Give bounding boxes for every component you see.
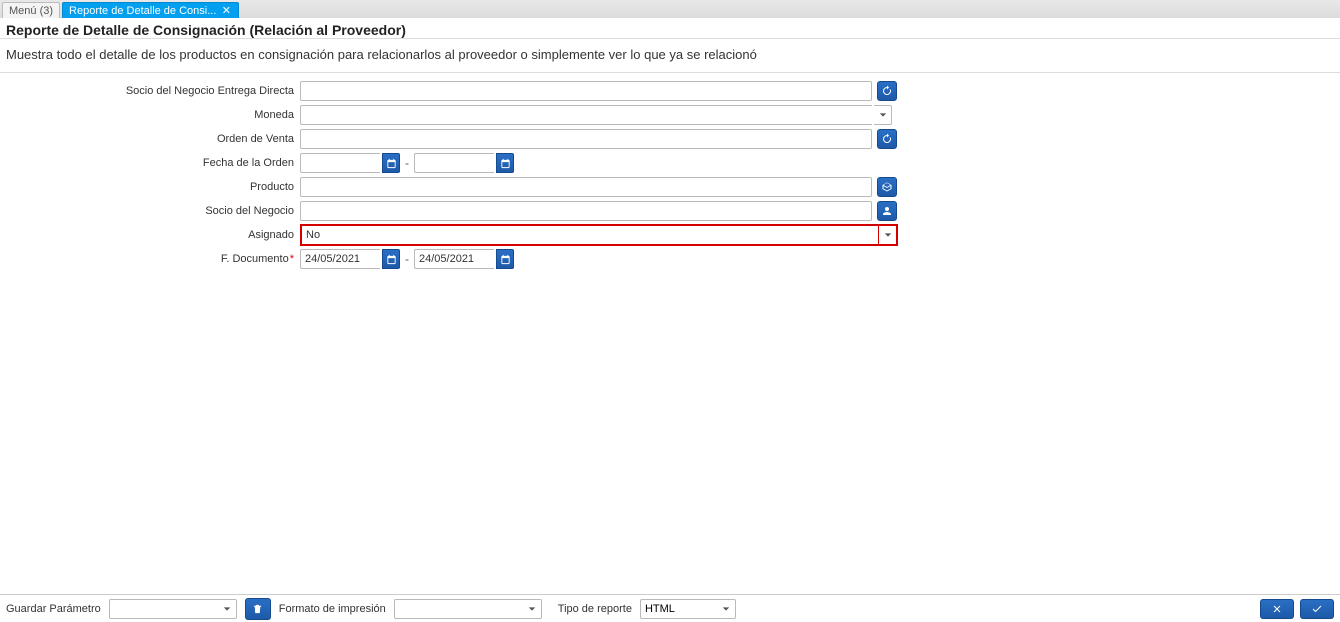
trash-icon[interactable] <box>245 598 271 620</box>
tipo-reporte-select[interactable] <box>640 599 736 619</box>
row-socio-entrega: Socio del Negocio Entrega Directa <box>0 79 1340 103</box>
tab-active-label: Reporte de Detalle de Consi... <box>69 5 216 17</box>
producto-label: Producto <box>0 181 300 193</box>
calendar-icon[interactable] <box>382 153 400 173</box>
fecha-orden-from-input[interactable] <box>300 153 380 173</box>
row-fecha-orden: Fecha de la Orden - <box>0 151 1340 175</box>
tipo-reporte-label: Tipo de reporte <box>558 603 632 615</box>
date-range-dash: - <box>402 156 412 170</box>
chevron-down-icon[interactable] <box>219 599 237 619</box>
f-documento-from-input[interactable] <box>300 249 380 269</box>
socio-entrega-input[interactable] <box>300 81 872 101</box>
product-lookup-icon[interactable] <box>877 177 897 197</box>
row-f-documento: F. Documento - <box>0 247 1340 271</box>
f-documento-label: F. Documento <box>0 253 300 265</box>
bottom-toolbar: Guardar Parámetro Formato de impresión T… <box>0 594 1340 622</box>
f-documento-to-input[interactable] <box>414 249 494 269</box>
page-header: Reporte de Detalle de Consignación (Rela… <box>0 18 1340 38</box>
formato-select[interactable] <box>394 599 542 619</box>
page-title: Reporte de Detalle de Consignación (Rela… <box>6 22 1334 38</box>
user-lookup-icon[interactable] <box>877 201 897 221</box>
tab-menu-label: Menú (3) <box>9 5 53 17</box>
guardar-param-input[interactable] <box>109 599 219 619</box>
chevron-down-icon[interactable] <box>718 599 736 619</box>
calendar-icon[interactable] <box>382 249 400 269</box>
page-description: Muestra todo el detalle de los productos… <box>0 39 1340 72</box>
report-form: Socio del Negocio Entrega Directa Moneda… <box>0 73 1340 271</box>
row-asignado: Asignado <box>0 223 1340 247</box>
chevron-down-icon[interactable] <box>524 599 542 619</box>
socio-negocio-label: Socio del Negocio <box>0 205 300 217</box>
producto-input[interactable] <box>300 177 872 197</box>
orden-venta-label: Orden de Venta <box>0 133 300 145</box>
calendar-icon[interactable] <box>496 153 514 173</box>
orden-venta-input[interactable] <box>300 129 872 149</box>
tab-reporte-detalle-consignacion[interactable]: Reporte de Detalle de Consi... ✕ <box>62 2 239 18</box>
socio-negocio-input[interactable] <box>300 201 872 221</box>
refresh-icon[interactable] <box>877 81 897 101</box>
calendar-icon[interactable] <box>496 249 514 269</box>
close-icon[interactable]: ✕ <box>220 5 232 17</box>
bottom-actions <box>1260 599 1334 619</box>
tab-menu[interactable]: Menú (3) <box>2 2 60 18</box>
socio-entrega-label: Socio del Negocio Entrega Directa <box>0 85 300 97</box>
cancel-button[interactable] <box>1260 599 1294 619</box>
row-socio-negocio: Socio del Negocio <box>0 199 1340 223</box>
formato-input[interactable] <box>394 599 524 619</box>
moneda-label: Moneda <box>0 109 300 121</box>
chevron-down-icon[interactable] <box>878 226 896 244</box>
row-orden-venta: Orden de Venta <box>0 127 1340 151</box>
asignado-label: Asignado <box>0 229 300 241</box>
formato-label: Formato de impresión <box>279 603 386 615</box>
fecha-orden-to-input[interactable] <box>414 153 494 173</box>
chevron-down-icon[interactable] <box>874 105 892 125</box>
tipo-reporte-input[interactable] <box>640 599 718 619</box>
row-producto: Producto <box>0 175 1340 199</box>
fecha-orden-label: Fecha de la Orden <box>0 157 300 169</box>
moneda-input[interactable] <box>300 105 872 125</box>
asignado-select[interactable] <box>300 224 898 246</box>
date-range-dash: - <box>402 252 412 266</box>
refresh-icon[interactable] <box>877 129 897 149</box>
guardar-param-select[interactable] <box>109 599 237 619</box>
tab-bar: Menú (3) Reporte de Detalle de Consi... … <box>0 0 1340 18</box>
ok-button[interactable] <box>1300 599 1334 619</box>
guardar-param-label: Guardar Parámetro <box>6 603 101 615</box>
row-moneda: Moneda <box>0 103 1340 127</box>
asignado-input[interactable] <box>302 226 878 244</box>
